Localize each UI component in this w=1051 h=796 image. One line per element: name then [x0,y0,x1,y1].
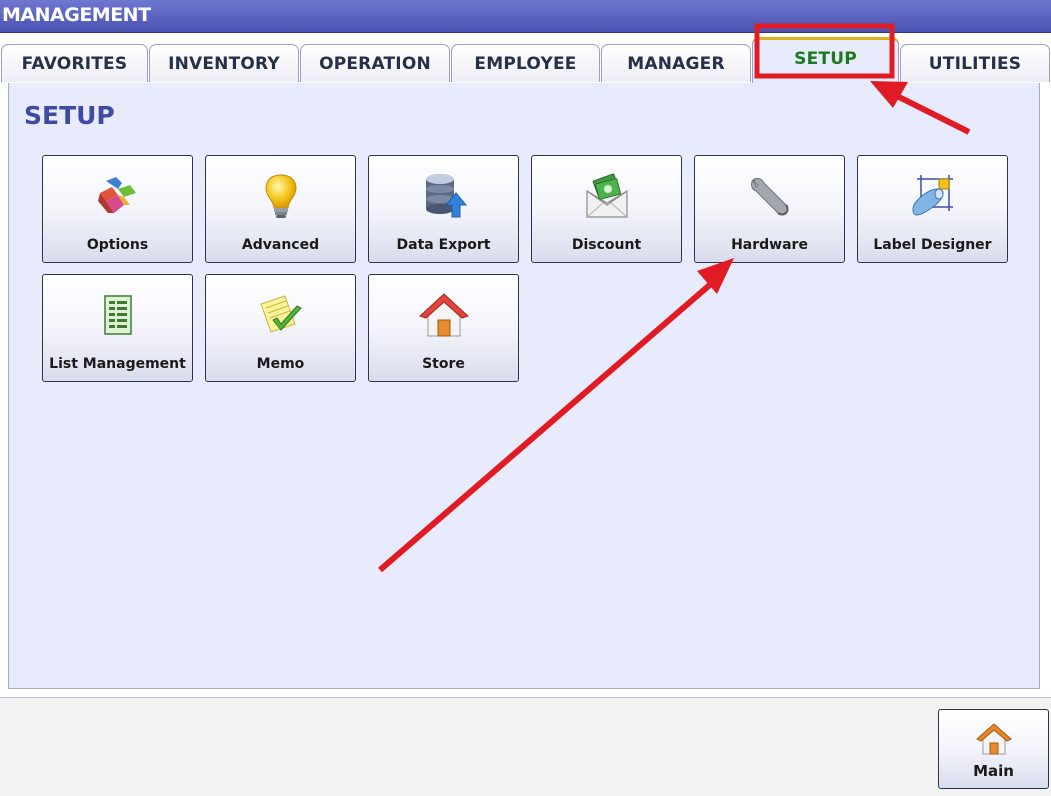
wrench-icon [750,178,788,216]
hardware-button[interactable]: Hardware [694,155,845,263]
hardware-label: Hardware [731,237,808,253]
tab-favorites[interactable]: FAVORITES [1,44,148,82]
tab-utilities[interactable]: UTILITIES [900,44,1050,82]
tab-operation[interactable]: OPERATION [300,44,450,82]
discount-button[interactable]: Discount [531,155,682,263]
label-designer-button[interactable]: Label Designer [857,155,1008,263]
memo-button[interactable]: Memo [205,274,356,382]
setup-panel: SETUP Options Advanced Data Export Disco… [8,83,1040,689]
tab-manager[interactable]: MANAGER [601,44,751,82]
tab-strip: FAVORITES INVENTORY OPERATION EMPLOYEE M… [0,33,1051,83]
database-export-icon [425,174,467,218]
discount-label: Discount [571,237,642,253]
main-button[interactable]: Main [938,709,1049,789]
house-icon [975,723,1012,755]
lightbulb-icon [265,174,296,218]
label-designer-label: Label Designer [873,237,992,253]
list-management-button[interactable]: List Management [42,274,193,382]
panel-title: SETUP [24,101,115,130]
main-label: Main [973,762,1014,780]
money-envelope-icon [585,173,628,218]
data-export-button[interactable]: Data Export [368,155,519,263]
memo-check-icon [259,295,302,333]
list-management-label: List Management [49,356,186,372]
window-title: MANAGEMENT [2,4,151,26]
puzzle-icon [97,177,136,213]
advanced-label: Advanced [241,237,320,253]
options-button[interactable]: Options [42,155,193,263]
title-bar: MANAGEMENT [0,0,1051,33]
footer-bar [0,698,1051,796]
list-document-icon [103,295,132,335]
store-button[interactable]: Store [368,274,519,382]
label-designer-icon [911,175,953,216]
store-label: Store [422,356,465,372]
data-export-label: Data Export [396,237,491,253]
tab-setup[interactable]: SETUP [752,37,899,83]
memo-label: Memo [256,356,305,372]
tab-employee[interactable]: EMPLOYEE [451,44,600,82]
options-label: Options [86,237,149,253]
tab-inventory[interactable]: INVENTORY [149,44,299,82]
advanced-button[interactable]: Advanced [205,155,356,263]
house-icon [418,293,469,337]
